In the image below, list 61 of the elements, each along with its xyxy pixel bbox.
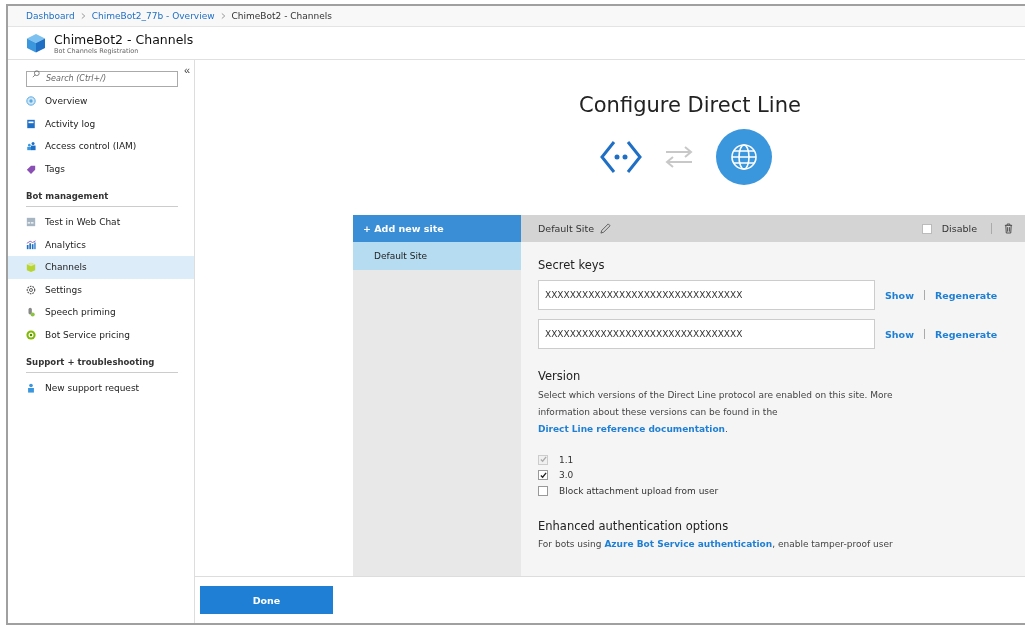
secret-key-field[interactable]: XXXXXXXXXXXXXXXXXXXXXXXXXXXXXXXX	[538, 280, 875, 310]
site-item[interactable]: Default Site	[353, 242, 521, 270]
grid-icon	[26, 217, 36, 228]
nav-item[interactable]: Activity log	[8, 112, 194, 135]
section-heading: Secret keys	[538, 258, 606, 272]
secret-key-field[interactable]: XXXXXXXXXXXXXXXXXXXXXXXXXXXXXXXX	[538, 319, 875, 349]
panel-title: Configure Direct Line	[579, 93, 801, 117]
trash-icon[interactable]	[1004, 223, 1013, 234]
option-label: 1.1	[559, 454, 574, 465]
done-button[interactable]: Done	[200, 586, 333, 614]
option-label: Block attachment upload from user	[559, 485, 719, 496]
chevron-icon	[80, 12, 86, 20]
nav-item[interactable]: Settings	[8, 278, 194, 301]
option-label: 3.0	[559, 470, 574, 481]
microphone-icon	[26, 307, 36, 318]
globe-icon	[716, 129, 772, 185]
disable-checkbox[interactable]	[921, 223, 932, 234]
pencil-icon[interactable]	[600, 223, 611, 234]
show-link[interactable]: Show	[885, 328, 914, 340]
code-icon	[600, 140, 642, 174]
swap-arrows-icon	[664, 145, 694, 169]
search-icon	[32, 70, 40, 78]
section-heading: Support + troubleshooting	[26, 352, 178, 373]
section-heading: Bot management	[26, 186, 178, 207]
globe-icon	[26, 96, 36, 107]
section-heading: Enhanced authentication options	[538, 518, 730, 533]
section-heading: Version	[538, 369, 582, 383]
search-field[interactable]: Search (Ctrl+/)	[26, 70, 178, 87]
nav-item[interactable]: Test in Web Chat	[8, 211, 194, 234]
people-icon	[26, 141, 36, 152]
breadcrumb-link[interactable]: ChimeBot2_77b - Overview	[91, 11, 215, 21]
collapse-button[interactable]: «	[184, 66, 191, 74]
site-name: Default Site	[538, 223, 594, 234]
regenerate-link[interactable]: Regenerate	[934, 289, 998, 301]
book-icon	[26, 118, 36, 129]
version-description: Select which versions of the Direct Line protocol are enabled on this site. More information about these versions can be found in the Direct Line reference documentation.	[538, 389, 894, 436]
auth-description: For bots using Azure Bot Service authentication, enable tamper-proof user	[538, 537, 894, 551]
tag-icon	[26, 163, 36, 174]
nav-item[interactable]: Overview	[8, 90, 194, 113]
breadcrumb-link[interactable]: Dashboard	[26, 11, 75, 21]
nav-item[interactable]: Analytics	[8, 233, 194, 256]
nav-item[interactable]: Access control (IAM)	[8, 135, 194, 158]
chevron-icon	[220, 12, 226, 20]
breadcrumb-current: ChimeBot2 - Channels	[231, 11, 332, 21]
nav-item[interactable]: Channels	[8, 256, 194, 279]
show-link[interactable]: Show	[885, 289, 914, 301]
option-checkbox[interactable]	[538, 470, 548, 481]
nav-item[interactable]: New support request	[8, 377, 194, 400]
cube-icon	[26, 33, 46, 53]
nav-item[interactable]: Tags	[8, 157, 194, 180]
disable-label: Disable	[941, 223, 977, 234]
option-checkbox[interactable]	[538, 485, 548, 496]
page-title: ChimeBot2 - Channels	[54, 31, 194, 47]
person-icon	[26, 383, 36, 394]
nav-item[interactable]: Speech priming	[8, 301, 194, 324]
cube-icon	[26, 262, 36, 273]
regenerate-link[interactable]: Regenerate	[934, 328, 998, 340]
coin-icon	[26, 329, 36, 340]
settings-icon	[26, 284, 36, 295]
nav-item[interactable]: Bot Service pricing	[8, 323, 194, 346]
chart-icon	[26, 239, 36, 250]
